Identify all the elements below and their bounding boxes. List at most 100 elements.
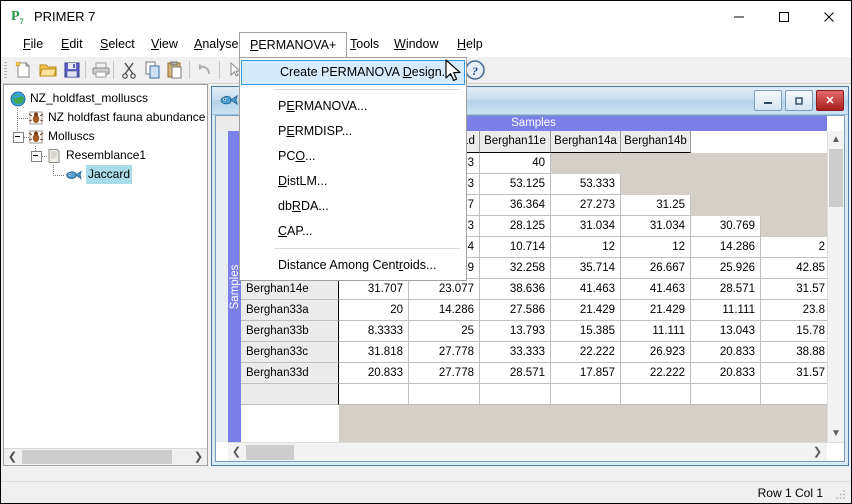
grid-cell[interactable]: 42.85 — [761, 258, 827, 279]
row-header[interactable]: Berghan33a — [241, 300, 339, 321]
grid-cell[interactable]: 38.88 — [761, 342, 827, 363]
grid-cell[interactable]: 33.333 — [480, 342, 551, 363]
explorer-horizontal-scrollbar[interactable]: ❮ ❯ — [4, 448, 207, 465]
grid-cell[interactable]: 23.8 — [761, 300, 827, 321]
grid-cell[interactable]: 17.857 — [551, 363, 621, 384]
menu-item-dbrda[interactable]: dbRDA... — [240, 194, 466, 219]
grid-cell[interactable]: 30.769 — [691, 216, 761, 237]
column-header[interactable]: Berghan14a — [551, 131, 621, 153]
tree-item-molluscs[interactable]: Molluscs — [4, 127, 207, 146]
grid-cell[interactable]: 31.034 — [551, 216, 621, 237]
grid-cell[interactable]: 23.077 — [409, 279, 480, 300]
grid-cell[interactable] — [621, 384, 691, 405]
grid-cell[interactable]: 31.25 — [621, 195, 691, 216]
menu-select[interactable]: Select — [90, 32, 145, 57]
grid-cell[interactable]: 53.333 — [551, 174, 621, 195]
open-folder-icon[interactable] — [38, 60, 60, 81]
grid-cell[interactable]: 25.926 — [691, 258, 761, 279]
grid-cell[interactable]: 11.111 — [621, 321, 691, 342]
grid-cell[interactable]: 31.57 — [761, 279, 827, 300]
child-close-button[interactable]: ✕ — [816, 90, 844, 111]
grid-cell[interactable]: 20.833 — [691, 342, 761, 363]
menu-item-distance-among-centroids[interactable]: Distance Among Centroids... — [240, 253, 466, 278]
menu-permanova-plus[interactable]: PERMANOVA+ — [239, 32, 348, 58]
grid-cell[interactable]: 27.586 — [480, 300, 551, 321]
grid-horizontal-scrollbar[interactable]: ❮ ❯ — [228, 442, 844, 461]
undo-arrow-icon[interactable] — [195, 60, 217, 81]
row-header[interactable] — [241, 384, 339, 405]
grid-cell[interactable]: 2 — [761, 237, 827, 258]
grid-cell[interactable]: 20.833 — [339, 363, 409, 384]
chevron-left-icon[interactable]: ❮ — [4, 449, 21, 465]
print-icon[interactable] — [91, 60, 113, 81]
menu-window[interactable]: Window — [384, 32, 448, 57]
grid-cell[interactable]: 40 — [480, 153, 551, 174]
scroll-thumb[interactable] — [246, 445, 294, 460]
chevron-right-icon[interactable]: ❯ — [190, 449, 207, 465]
child-restore-button[interactable] — [785, 90, 813, 111]
help-circle-icon[interactable]: ? — [464, 59, 486, 80]
grid-vertical-scrollbar[interactable]: ▲ ▼ — [827, 131, 844, 442]
scroll-thumb[interactable] — [22, 450, 172, 464]
menu-item-create-permanova-design[interactable]: Create PERMANOVA Design... — [241, 60, 465, 85]
grid-cell[interactable]: 38.636 — [480, 279, 551, 300]
grid-cell[interactable]: 15.385 — [551, 321, 621, 342]
tree-item-nz-holdfast-fauna-abundance[interactable]: NZ holdfast fauna abundance — [4, 108, 207, 127]
grid-cell[interactable]: 22.222 — [621, 363, 691, 384]
grid-cell[interactable]: 22.222 — [551, 342, 621, 363]
tree-item-root[interactable]: NZ_holdfast_molluscs — [4, 89, 207, 108]
grid-cell[interactable] — [409, 384, 480, 405]
tree-item-resemblance1[interactable]: Resemblance1 — [4, 146, 207, 165]
grid-cell[interactable]: 28.125 — [480, 216, 551, 237]
grid-cell[interactable]: 36.364 — [480, 195, 551, 216]
menu-item-permdisp[interactable]: PERMDISP... — [240, 119, 466, 144]
grid-cell[interactable]: 31.707 — [339, 279, 409, 300]
grid-cell[interactable] — [339, 384, 409, 405]
minimize-button[interactable] — [716, 1, 761, 32]
column-header[interactable]: Berghan14b — [621, 131, 691, 153]
menu-tools[interactable]: Tools — [340, 32, 389, 57]
grid-cell[interactable]: 31.57 — [761, 363, 827, 384]
row-header[interactable]: Berghan14e — [241, 279, 339, 300]
grid-cell[interactable]: 28.571 — [480, 363, 551, 384]
grid-cell[interactable]: 27.778 — [409, 342, 480, 363]
grid-cell[interactable] — [691, 384, 761, 405]
tree-expander-molluscs[interactable] — [13, 132, 24, 143]
resize-grip-icon[interactable] — [835, 488, 847, 500]
grid-cell[interactable] — [480, 384, 551, 405]
tree-item-jaccard[interactable]: Jaccard — [4, 165, 207, 184]
menu-item-distlm[interactable]: DistLM... — [240, 169, 466, 194]
grid-cell[interactable]: 11.111 — [691, 300, 761, 321]
grid-cell[interactable]: 41.463 — [551, 279, 621, 300]
grid-cell[interactable]: 26.923 — [621, 342, 691, 363]
copy-icon[interactable] — [143, 60, 165, 81]
child-minimize-button[interactable] — [754, 90, 782, 111]
grid-cell[interactable]: 14.286 — [409, 300, 480, 321]
grid-cell[interactable]: 14.286 — [691, 237, 761, 258]
grid-cell[interactable]: 20 — [339, 300, 409, 321]
menu-item-pco[interactable]: PCO... — [240, 144, 466, 169]
grid-cell[interactable]: 12 — [621, 237, 691, 258]
grid-cell[interactable]: 35.714 — [551, 258, 621, 279]
cut-scissors-icon[interactable] — [119, 60, 141, 81]
grid-cell[interactable]: 12 — [551, 237, 621, 258]
grid-cell[interactable]: 8.3333 — [339, 321, 409, 342]
column-header[interactable]: Berghan11e — [480, 131, 551, 153]
menu-item-permanova[interactable]: PERMANOVA... — [240, 94, 466, 119]
tree-expander-resemblance1[interactable] — [31, 151, 42, 162]
grid-cell[interactable]: 13.043 — [691, 321, 761, 342]
save-disk-icon[interactable] — [62, 60, 84, 81]
grid-cell[interactable]: 32.258 — [480, 258, 551, 279]
grid-cell[interactable]: 20.833 — [691, 363, 761, 384]
grid-cell[interactable]: 13.793 — [480, 321, 551, 342]
menu-file[interactable]: File — [13, 32, 53, 57]
grid-cell[interactable] — [551, 384, 621, 405]
grid-cell[interactable]: 21.429 — [551, 300, 621, 321]
row-header[interactable]: Berghan33b — [241, 321, 339, 342]
grid-cell[interactable]: 25 — [409, 321, 480, 342]
grid-cell[interactable]: 28.571 — [691, 279, 761, 300]
chevron-up-icon[interactable]: ▲ — [828, 131, 844, 148]
scroll-thumb[interactable] — [829, 149, 843, 207]
chevron-right-icon[interactable]: ❯ — [809, 444, 826, 461]
row-header[interactable]: Berghan33d — [241, 363, 339, 384]
